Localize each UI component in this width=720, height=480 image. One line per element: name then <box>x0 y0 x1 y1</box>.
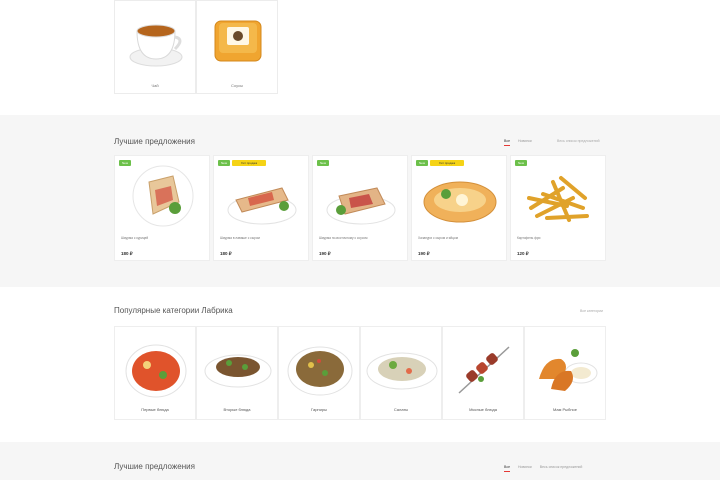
tab-new[interactable]: Новинки <box>518 139 532 143</box>
category-card-label: Соусы <box>231 83 243 88</box>
product-name[interactable]: Шаурма в лаваше с сыром <box>220 236 302 240</box>
main-dish-icon <box>204 354 272 388</box>
badge-new: New <box>317 160 329 166</box>
category-card-tea[interactable]: Чай <box>114 0 196 94</box>
product-card[interactable]: New Хит продаж Шаурма в лаваше с сыром 1… <box>213 155 309 261</box>
product-name[interactable]: Шаурма по-восточному с соусом <box>319 236 401 240</box>
badge-hit: Хит продаж <box>430 160 464 166</box>
side-dish-icon <box>287 346 353 396</box>
category-card[interactable]: Салаты <box>360 326 442 420</box>
product-price: 190 ₽ <box>319 251 331 256</box>
category-label: Мам Рыбное <box>553 407 577 412</box>
category-card-label: Чай <box>151 83 159 88</box>
tea-cup-icon <box>129 24 183 67</box>
sauce-cup-icon <box>214 20 262 62</box>
product-price: 180 ₽ <box>220 251 232 256</box>
category-label: Мясные блюда <box>469 407 497 412</box>
product-price: 120 ₽ <box>517 251 529 256</box>
category-card[interactable]: Гарниры <box>278 326 360 420</box>
tab-all[interactable]: Все <box>504 139 511 146</box>
product-card[interactable]: New Хит продаж Хачапури с сыром и яйцом … <box>411 155 507 261</box>
soup-icon <box>125 344 187 398</box>
shawarma-plate-icon <box>227 187 297 225</box>
section-title-best-offers: Лучшие предложения <box>114 137 195 146</box>
see-all-offers-link[interactable]: Весь список предложений <box>557 139 600 143</box>
product-name[interactable]: Картофель фри <box>517 236 599 240</box>
best-offers-tabs: Все Новинки <box>504 139 532 146</box>
tab-new[interactable]: Новинки <box>518 465 532 469</box>
tab-all[interactable]: Все <box>504 465 511 472</box>
category-card[interactable]: Вторые блюда <box>196 326 278 420</box>
product-card[interactable]: New Шаурма с курицей 180 ₽ <box>114 155 210 261</box>
salad-icon <box>366 352 438 390</box>
see-all-categories-link[interactable]: Все категории <box>580 309 603 313</box>
category-card-sauces[interactable]: Соусы <box>196 0 278 94</box>
best-offers-section-2 <box>0 442 720 480</box>
khachapuri-icon <box>423 181 497 223</box>
badge-new: New <box>515 160 527 166</box>
top-section: Чай Соусы <box>0 0 720 115</box>
skewer-icon <box>458 346 510 394</box>
product-card[interactable]: New Шаурма по-восточному с соусом 190 ₽ <box>312 155 408 261</box>
category-label: Первые блюда <box>141 407 169 412</box>
fries-icon <box>527 176 589 222</box>
category-card[interactable]: Мясные блюда <box>442 326 524 420</box>
category-label: Салаты <box>393 407 409 412</box>
product-name[interactable]: Шаурма с курицей <box>121 236 203 240</box>
product-price: 190 ₽ <box>418 251 430 256</box>
shawarma-icon <box>132 165 194 227</box>
section-title-best-offers-2: Лучшие предложения <box>114 462 195 471</box>
best-offers-tabs-2: Все Новинки Весь список предложений <box>504 465 583 472</box>
section-title-popular-categories: Популярные категории Лабрика <box>114 306 233 315</box>
product-name[interactable]: Хачапури с сыром и яйцом <box>418 236 500 240</box>
badge-new: New <box>218 160 230 166</box>
shawarma-plate-icon <box>326 187 396 225</box>
product-card[interactable]: New Картофель фри 120 ₽ <box>510 155 606 261</box>
category-label: Гарниры <box>311 407 327 412</box>
category-card[interactable]: Мам Рыбное <box>524 326 606 420</box>
product-price: 180 ₽ <box>121 251 133 256</box>
shrimp-icon <box>539 349 598 391</box>
badge-new: New <box>416 160 428 166</box>
see-all-offers-link[interactable]: Весь список предложений <box>540 465 583 469</box>
category-label: Вторые блюда <box>223 407 251 412</box>
badge-hit: Хит продаж <box>232 160 266 166</box>
category-card[interactable]: Первые блюда <box>114 326 196 420</box>
